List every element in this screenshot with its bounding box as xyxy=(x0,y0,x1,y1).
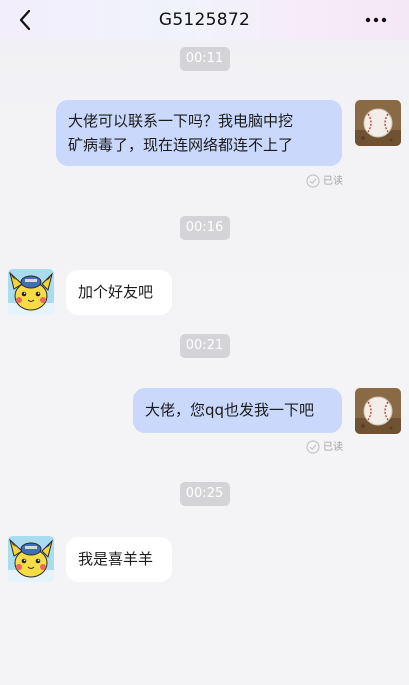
check-circle-icon xyxy=(306,174,320,188)
message-text: 我是喜羊羊 xyxy=(78,550,154,568)
baseball-avatar-icon xyxy=(355,388,401,434)
timestamp: 00:21 xyxy=(179,334,230,358)
chat-title: G5125872 xyxy=(158,10,251,30)
message-line: 大佬可以联系一下吗？我电脑中挖 xyxy=(68,112,294,130)
timestamp: 00:25 xyxy=(179,482,230,506)
more-button[interactable] xyxy=(363,10,389,30)
incoming-message-bubble[interactable]: 我是喜羊羊 xyxy=(66,537,172,582)
outgoing-message-bubble[interactable]: 大佬可以联系一下吗？我电脑中挖 矿病毒了，现在连网络都连不上了 xyxy=(56,100,342,166)
read-label: 已读 xyxy=(323,176,343,187)
incoming-message-bubble[interactable]: 加个好友吧 xyxy=(66,270,172,315)
chat-header: G5125872 xyxy=(0,0,409,40)
message-text: 加个好友吧 xyxy=(78,283,154,301)
message-text: 大佬，您qq也发我一下吧 xyxy=(145,401,315,419)
avatar[interactable] xyxy=(355,100,401,146)
read-receipt: 已读 xyxy=(306,440,343,455)
read-label: 已读 xyxy=(323,442,343,453)
baseball-avatar-icon xyxy=(355,100,401,146)
avatar[interactable] xyxy=(355,388,401,434)
pikachu-avatar-icon xyxy=(8,269,54,315)
timestamp: 00:11 xyxy=(179,47,230,71)
message-line: 矿病毒了，现在连网络都连不上了 xyxy=(68,136,294,154)
more-horizontal-icon xyxy=(365,17,387,23)
timestamp: 00:16 xyxy=(179,216,230,240)
check-circle-icon xyxy=(306,440,320,454)
avatar[interactable] xyxy=(8,536,54,582)
read-receipt: 已读 xyxy=(306,174,343,189)
avatar[interactable] xyxy=(8,269,54,315)
outgoing-message-bubble[interactable]: 大佬，您qq也发我一下吧 xyxy=(133,388,342,433)
pikachu-avatar-icon xyxy=(8,536,54,582)
